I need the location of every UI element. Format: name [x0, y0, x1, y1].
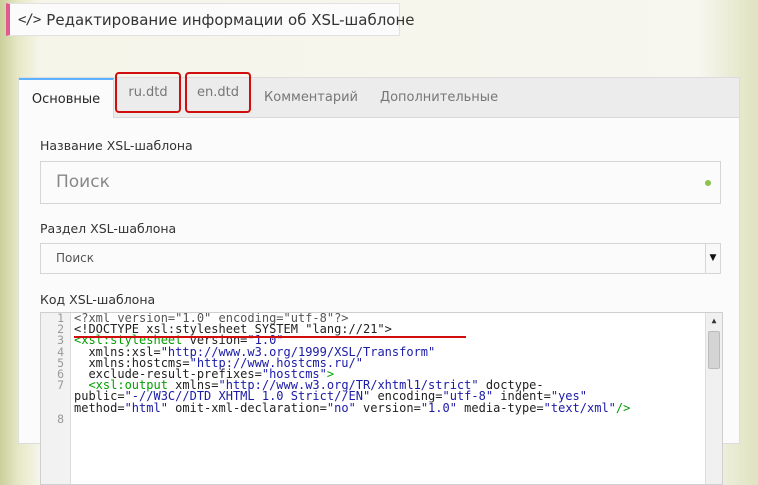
code-token: "no"	[326, 400, 356, 415]
line-number	[41, 391, 70, 402]
line-number	[41, 403, 70, 414]
code-token: "text/xml"	[543, 400, 616, 415]
tab-en-dtd[interactable]: en.dtd	[185, 72, 251, 113]
line-number: 3	[57, 333, 64, 348]
line-number-gutter: 1234567 8	[41, 313, 71, 484]
code-label: Код XSL-шаблона	[40, 292, 156, 307]
editor-scrollbar[interactable]: ▲	[705, 313, 722, 484]
line-number: 5	[57, 355, 64, 370]
scroll-up-icon[interactable]: ▲	[706, 313, 722, 329]
tab-comment[interactable]: Комментарий	[253, 78, 369, 117]
code-token: />	[615, 400, 631, 415]
code-token: omit-xml-declaration=	[167, 400, 327, 415]
scroll-thumb[interactable]	[708, 331, 720, 369]
form-panel: Основные ru.dtd en.dtd Комментарий Допол…	[18, 72, 740, 485]
tab-main[interactable]: Основные	[19, 78, 114, 118]
name-input-placeholder: Поиск	[56, 172, 110, 192]
code-token: method=	[74, 400, 125, 415]
section-select[interactable]: Поиск ▼	[40, 243, 721, 274]
code-token: "1.0"	[420, 400, 457, 415]
code-icon: </>	[18, 11, 41, 28]
tab-ru-dtd[interactable]: ru.dtd	[115, 72, 181, 113]
code-token: "html"	[124, 400, 168, 415]
doctype-underline	[74, 336, 466, 338]
name-label: Название XSL-шаблона	[40, 138, 193, 153]
line-number: 1	[57, 312, 64, 325]
line-number: 7	[57, 378, 64, 393]
section-label: Раздел XSL-шаблона	[40, 221, 177, 236]
section-select-value: Поиск	[56, 251, 95, 265]
code-area[interactable]: <?xml version="1.0" encoding="utf-8"?> <!…	[74, 313, 704, 425]
page-header: </> Редактирование информации об XSL-шаб…	[6, 3, 415, 36]
chevron-down-icon[interactable]: ▼	[705, 244, 720, 273]
code-token: media-type=	[456, 400, 544, 415]
tab-additional[interactable]: Дополнительные	[369, 78, 509, 117]
code-token: version=	[355, 400, 421, 415]
tab-bar: Основные ru.dtd en.dtd Комментарий Допол…	[19, 72, 739, 118]
page-title: Редактирование информации об XSL-шаблоне	[46, 10, 415, 29]
line-number: 6	[57, 366, 64, 381]
line-number: 2	[57, 322, 64, 337]
tab-content: Название XSL-шаблона Поиск Раздел XSL-ша…	[19, 118, 739, 485]
line-number: 8	[57, 411, 64, 426]
code-editor[interactable]: 1234567 8 <?xml version="1.0" encoding="u…	[40, 312, 723, 485]
name-input[interactable]: Поиск	[40, 161, 721, 204]
line-number: 4	[57, 344, 64, 359]
status-dot-icon	[705, 180, 711, 186]
code-line: method="html" omit-xml-declaration="no" …	[74, 400, 704, 415]
